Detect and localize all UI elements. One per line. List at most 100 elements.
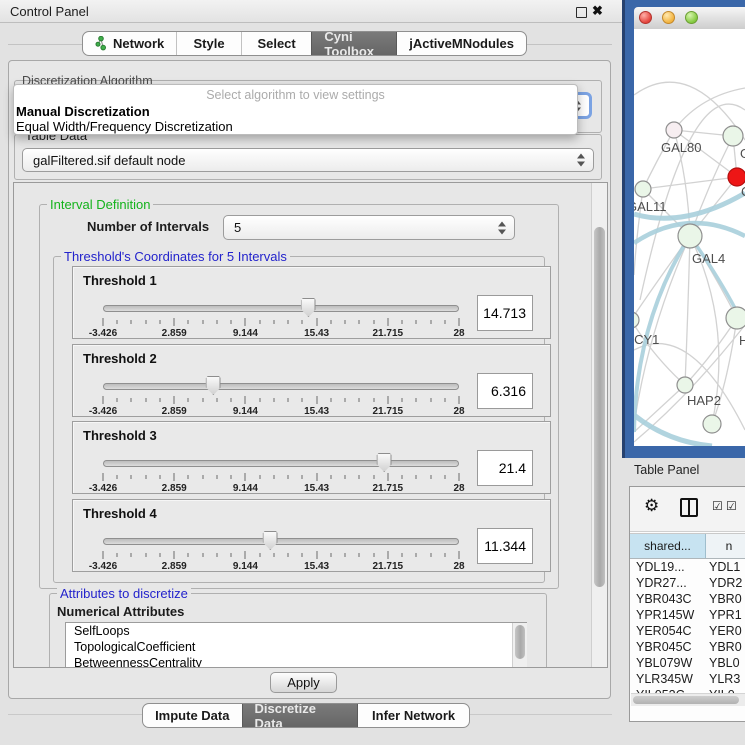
- tab-select[interactable]: Select: [241, 32, 312, 55]
- network-node[interactable]: [677, 377, 693, 393]
- network-canvas[interactable]: GAL80GCGAL11GAL4GCY1HHAP2: [634, 29, 745, 446]
- table-row[interactable]: YBL079WYBL0: [630, 655, 745, 671]
- network-node[interactable]: [723, 126, 743, 146]
- threshold-3-panel: Threshold 3 -3.4262.8599.14415.4321.7152…: [72, 421, 551, 494]
- apply-button[interactable]: Apply: [270, 672, 337, 693]
- table-data-combobox[interactable]: galFiltered.sif default node: [22, 148, 594, 172]
- table-row[interactable]: YBR043CYBR0: [630, 591, 745, 607]
- column-header-name[interactable]: n: [706, 534, 745, 558]
- number-of-intervals-label: Number of Intervals: [87, 219, 209, 234]
- network-graph: GAL80GCGAL11GAL4GCY1HHAP2: [634, 29, 745, 446]
- slider-ticks: [103, 318, 459, 327]
- table-row[interactable]: YBR045CYBR0: [630, 639, 745, 655]
- attribute-list-item[interactable]: SelfLoops: [66, 623, 526, 639]
- network-node-label: H: [739, 333, 745, 348]
- tab-style[interactable]: Style: [176, 32, 240, 55]
- settings-scrollbar[interactable]: [591, 183, 607, 667]
- algorithm-group-title: Discretization Algorithm: [22, 74, 192, 84]
- slider-tick-labels: -3.4262.8599.14415.4321.71528: [103, 328, 459, 340]
- threshold-4-panel: Threshold 4 -3.4262.8599.14415.4321.7152…: [72, 499, 551, 572]
- threshold-value-field[interactable]: 6.316: [477, 373, 533, 409]
- table-data-value: galFiltered.sif default node: [33, 153, 185, 168]
- threshold-slider-thumb[interactable]: [377, 453, 392, 472]
- network-node-label: HAP2: [687, 393, 721, 408]
- dropdown-item-equal-width[interactable]: Equal Width/Frequency Discretization: [14, 119, 577, 134]
- network-node-label: GAL11: [634, 199, 667, 214]
- threshold-label: Threshold 2: [83, 351, 157, 366]
- network-node-label: GAL4: [692, 251, 725, 266]
- scrollbar-thumb[interactable]: [594, 227, 605, 587]
- network-node[interactable]: [635, 181, 651, 197]
- threshold-2-panel: Threshold 2 -3.4262.8599.14415.4321.7152…: [72, 344, 551, 417]
- numerical-attributes-heading: Numerical Attributes: [57, 604, 184, 619]
- number-of-intervals-combobox[interactable]: 5: [223, 215, 515, 240]
- network-view-window[interactable]: GAL80GCGAL11GAL4GCY1HHAP2: [622, 0, 745, 458]
- tab-jactivemnodules[interactable]: jActiveMNodules: [396, 32, 526, 55]
- network-node[interactable]: [666, 122, 682, 138]
- scrollbar-thumb[interactable]: [633, 696, 739, 704]
- table-toolbar: ⚙ ☑ ☑: [630, 487, 745, 532]
- columns-icon[interactable]: [680, 498, 698, 517]
- threshold-label: Threshold 1: [83, 273, 157, 288]
- float-window-icon[interactable]: [576, 7, 587, 18]
- close-traffic-light-icon[interactable]: [639, 11, 652, 24]
- threshold-slider-thumb[interactable]: [301, 298, 316, 317]
- table-row[interactable]: YDR27...YDR2: [630, 575, 745, 591]
- network-node[interactable]: [634, 312, 639, 328]
- slider-ticks: [103, 551, 459, 560]
- network-node[interactable]: [726, 307, 745, 329]
- attribute-list-item[interactable]: TopologicalCoefficient: [66, 639, 526, 655]
- network-node[interactable]: [703, 415, 721, 433]
- table-header-row: shared... n: [630, 533, 745, 559]
- network-nodes: GAL80GCGAL11GAL4GCY1HHAP2: [634, 122, 745, 433]
- slider-tick-labels: -3.4262.8599.14415.4321.71528: [103, 406, 459, 418]
- threshold-slider-thumb[interactable]: [263, 531, 278, 550]
- network-node-label: GAL80: [661, 140, 701, 155]
- table-row[interactable]: YLR345WYLR3: [630, 671, 745, 687]
- table-panel-title: Table Panel: [634, 463, 699, 477]
- table-row[interactable]: YPR145WYPR1: [630, 607, 745, 623]
- threshold-label: Threshold 3: [83, 428, 157, 443]
- table-row[interactable]: YDL19...YDL1: [630, 559, 745, 575]
- slider-ticks: [103, 396, 459, 405]
- close-icon[interactable]: ✖: [592, 3, 603, 19]
- minimize-traffic-light-icon[interactable]: [662, 11, 675, 24]
- tab-network[interactable]: Network: [83, 32, 176, 55]
- tab-network-label: Network: [113, 36, 164, 51]
- network-node-label: C: [741, 184, 745, 199]
- settings-scroll-panel: Interval Definition Number of Intervals …: [13, 182, 608, 668]
- slider-tick-labels: -3.4262.8599.14415.4321.71528: [103, 483, 459, 495]
- threshold-value-field[interactable]: 21.4: [477, 450, 533, 486]
- threshold-1-panel: Threshold 1 -3.4262.8599.14415.4321.7152…: [72, 266, 551, 339]
- table-row[interactable]: YER054CYER0: [630, 623, 745, 639]
- top-tab-bar: Network Style Select Cyni Toolbox jActiv…: [82, 31, 527, 56]
- interval-definition-title: Interval Definition: [47, 197, 153, 212]
- gear-icon[interactable]: ⚙: [644, 496, 659, 516]
- threshold-value-field[interactable]: 11.344: [477, 528, 533, 564]
- tab-cyni-toolbox[interactable]: Cyni Toolbox: [311, 32, 396, 55]
- dropdown-item-manual[interactable]: Manual Discretization: [14, 104, 577, 119]
- tab-impute-data[interactable]: Impute Data: [143, 704, 242, 727]
- column-header-shared-name[interactable]: shared...: [630, 534, 706, 558]
- number-of-intervals-value: 5: [234, 220, 241, 235]
- network-icon: [95, 36, 108, 51]
- checkbox-icon[interactable]: ☑: [712, 499, 723, 513]
- numerical-attributes-list: SelfLoopsTopologicalCoefficientBetweenne…: [65, 622, 527, 668]
- attribute-list-item[interactable]: BetweennessCentrality: [66, 655, 526, 668]
- attribute-list-scrollbar[interactable]: [512, 623, 527, 667]
- combo-stepper-icon: [577, 154, 586, 167]
- network-node[interactable]: [678, 224, 702, 248]
- bottom-tab-bar: Impute Data Discretize Data Infer Networ…: [142, 703, 470, 728]
- scrollbar-thumb[interactable]: [515, 625, 525, 659]
- threshold-value-field[interactable]: 14.713: [477, 295, 533, 331]
- network-window-titlebar[interactable]: [634, 7, 745, 30]
- control-panel-titlebar: [0, 0, 622, 23]
- table-horizontal-scrollbar[interactable]: [631, 693, 745, 706]
- zoom-traffic-light-icon[interactable]: [685, 11, 698, 24]
- tab-infer-network[interactable]: Infer Network: [357, 704, 469, 727]
- threshold-slider-thumb[interactable]: [206, 376, 221, 395]
- combo-stepper-icon: [498, 221, 507, 234]
- checkbox-icon[interactable]: ☑: [726, 499, 737, 513]
- tab-discretize-data[interactable]: Discretize Data: [242, 704, 358, 727]
- network-node-label: G: [740, 146, 745, 161]
